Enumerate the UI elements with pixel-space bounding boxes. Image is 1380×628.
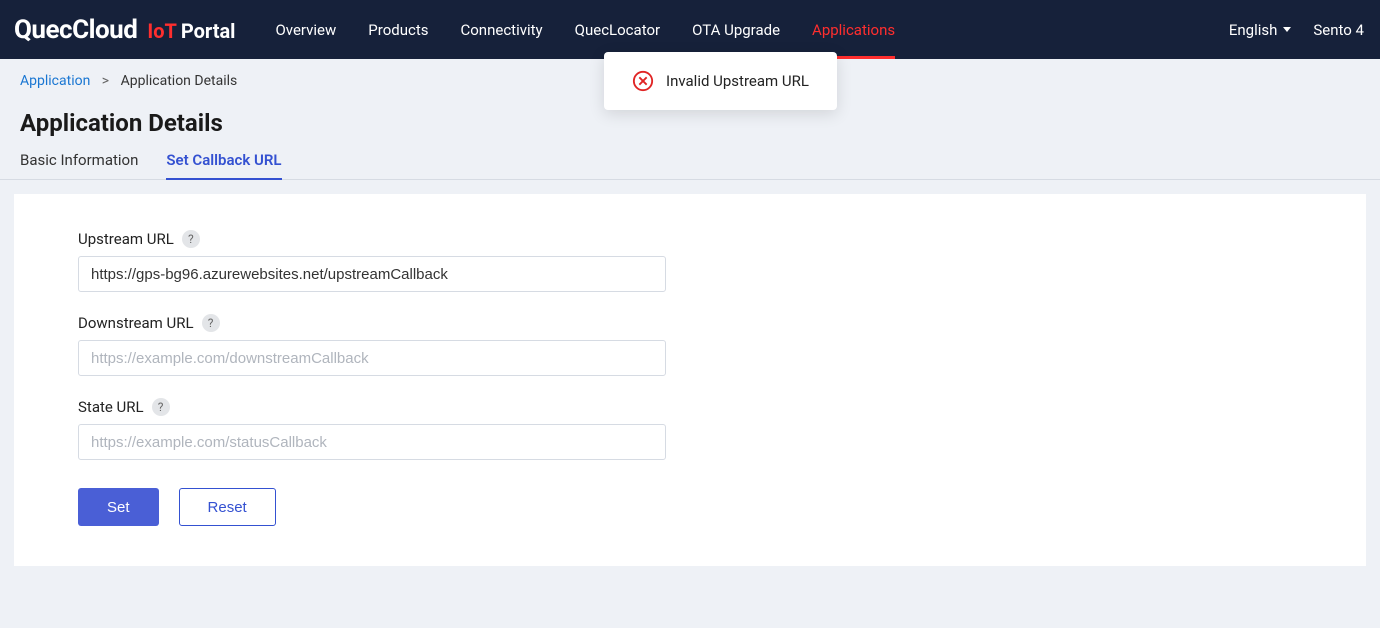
nav-ota-upgrade[interactable]: OTA Upgrade (692, 0, 780, 59)
upstream-url-label-row: Upstream URL ? (78, 230, 1302, 248)
page-title: Application Details (0, 103, 1380, 151)
toast-error: Invalid Upstream URL (604, 52, 837, 110)
tab-set-callback-url[interactable]: Set Callback URL (166, 151, 281, 179)
nav-queclocator[interactable]: QuecLocator (575, 0, 660, 59)
downstream-url-label: Downstream URL (78, 314, 194, 332)
state-url-label-row: State URL ? (78, 398, 1302, 416)
help-icon[interactable]: ? (182, 230, 200, 248)
tab-basic-information[interactable]: Basic Information (20, 151, 138, 179)
upstream-url-label: Upstream URL (78, 230, 174, 248)
content-card: Upstream URL ? Downstream URL ? State UR… (14, 194, 1366, 566)
form-group-upstream: Upstream URL ? (78, 230, 1302, 292)
chevron-down-icon (1283, 27, 1291, 32)
form-group-state: State URL ? (78, 398, 1302, 460)
nav: Overview Products Connectivity QuecLocat… (275, 0, 895, 59)
nav-applications[interactable]: Applications (812, 0, 895, 59)
header: QuecCloud IoT Portal Overview Products C… (0, 0, 1380, 59)
form-group-downstream: Downstream URL ? (78, 314, 1302, 376)
logo-portal: Portal (181, 19, 236, 43)
help-icon[interactable]: ? (202, 314, 220, 332)
button-row: Set Reset (78, 488, 1302, 526)
logo[interactable]: QuecCloud IoT Portal (14, 15, 235, 45)
logo-main: QuecCloud (14, 15, 137, 45)
nav-overview[interactable]: Overview (275, 0, 336, 59)
downstream-url-label-row: Downstream URL ? (78, 314, 1302, 332)
breadcrumb-separator: > (102, 73, 109, 89)
state-url-input[interactable] (78, 424, 666, 460)
breadcrumb-current: Application Details (121, 73, 238, 89)
toast-message: Invalid Upstream URL (666, 72, 809, 90)
language-label: English (1229, 21, 1278, 39)
logo-iot: IoT (147, 19, 177, 43)
downstream-url-input[interactable] (78, 340, 666, 376)
upstream-url-input[interactable] (78, 256, 666, 292)
user-label[interactable]: Sento 4 (1313, 21, 1364, 39)
nav-connectivity[interactable]: Connectivity (460, 0, 542, 59)
error-icon (632, 70, 654, 92)
set-button[interactable]: Set (78, 488, 159, 526)
state-url-label: State URL (78, 398, 144, 416)
content-wrap: Upstream URL ? Downstream URL ? State UR… (0, 180, 1380, 580)
breadcrumb-root[interactable]: Application (20, 73, 90, 89)
help-icon[interactable]: ? (152, 398, 170, 416)
nav-products[interactable]: Products (368, 0, 428, 59)
tabs: Basic Information Set Callback URL (0, 151, 1380, 180)
header-right: English Sento 4 (1229, 21, 1364, 39)
language-selector[interactable]: English (1229, 21, 1292, 39)
reset-button[interactable]: Reset (179, 488, 276, 526)
